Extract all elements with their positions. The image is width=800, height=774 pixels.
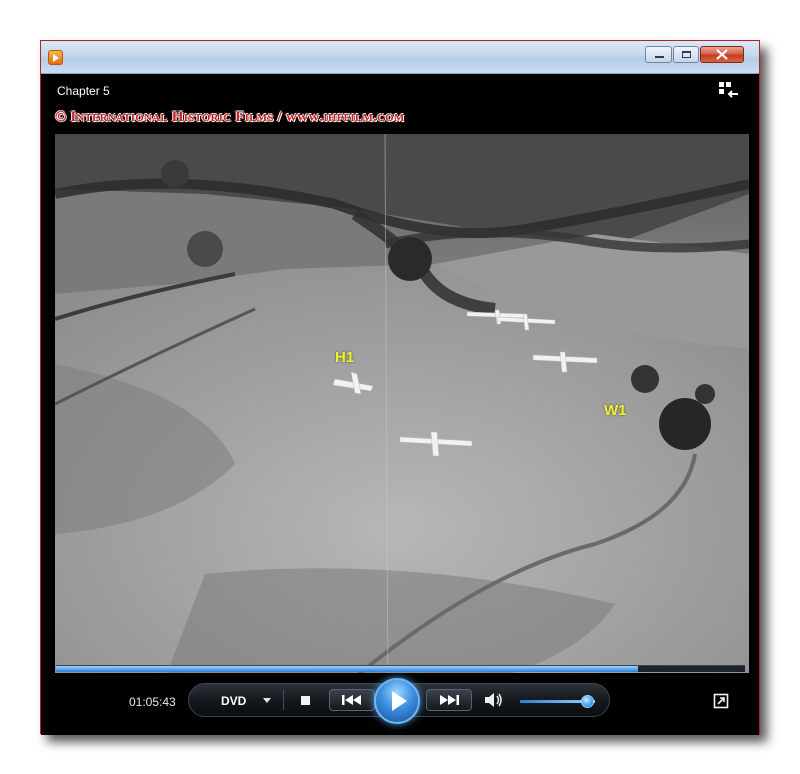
aerial-footage: [55, 134, 749, 704]
dropdown-caret-icon[interactable]: [263, 698, 271, 703]
next-icon: [440, 695, 459, 705]
player-window: Chapter 5 H1 W1 © International Historic…: [40, 40, 760, 735]
media-player-icon[interactable]: [48, 50, 63, 65]
close-icon: [716, 49, 728, 60]
dvd-menu-button[interactable]: DVD: [221, 694, 246, 708]
maximize-icon: [682, 51, 691, 58]
previous-button[interactable]: [329, 689, 375, 711]
copyright-watermark: © International Historic Films / www.ihf…: [55, 109, 405, 125]
title-bar[interactable]: [41, 41, 759, 74]
switch-to-library-icon[interactable]: [717, 81, 739, 101]
fullscreen-icon[interactable]: [713, 693, 729, 709]
glider-marker-h1: H1: [335, 349, 355, 366]
chapter-title: Chapter 5: [57, 84, 110, 98]
volume-slider-thumb[interactable]: [581, 695, 594, 708]
play-button[interactable]: [374, 678, 420, 724]
speaker-icon[interactable]: [483, 690, 503, 710]
close-button[interactable]: [700, 46, 744, 63]
elapsed-time: 01:05:43: [129, 695, 176, 709]
minimize-button[interactable]: [645, 46, 672, 63]
stop-button[interactable]: [297, 692, 315, 710]
control-divider: [283, 690, 284, 710]
play-icon: [392, 691, 407, 711]
next-button[interactable]: [426, 689, 472, 711]
video-frame[interactable]: H1 W1: [55, 134, 749, 704]
stop-icon: [301, 696, 310, 705]
seek-bar[interactable]: [56, 665, 745, 672]
glider-marker-w1: W1: [604, 402, 627, 419]
maximize-button[interactable]: [673, 46, 699, 63]
previous-icon: [342, 695, 361, 705]
seek-progress: [56, 666, 639, 672]
minimize-icon: [655, 56, 664, 58]
